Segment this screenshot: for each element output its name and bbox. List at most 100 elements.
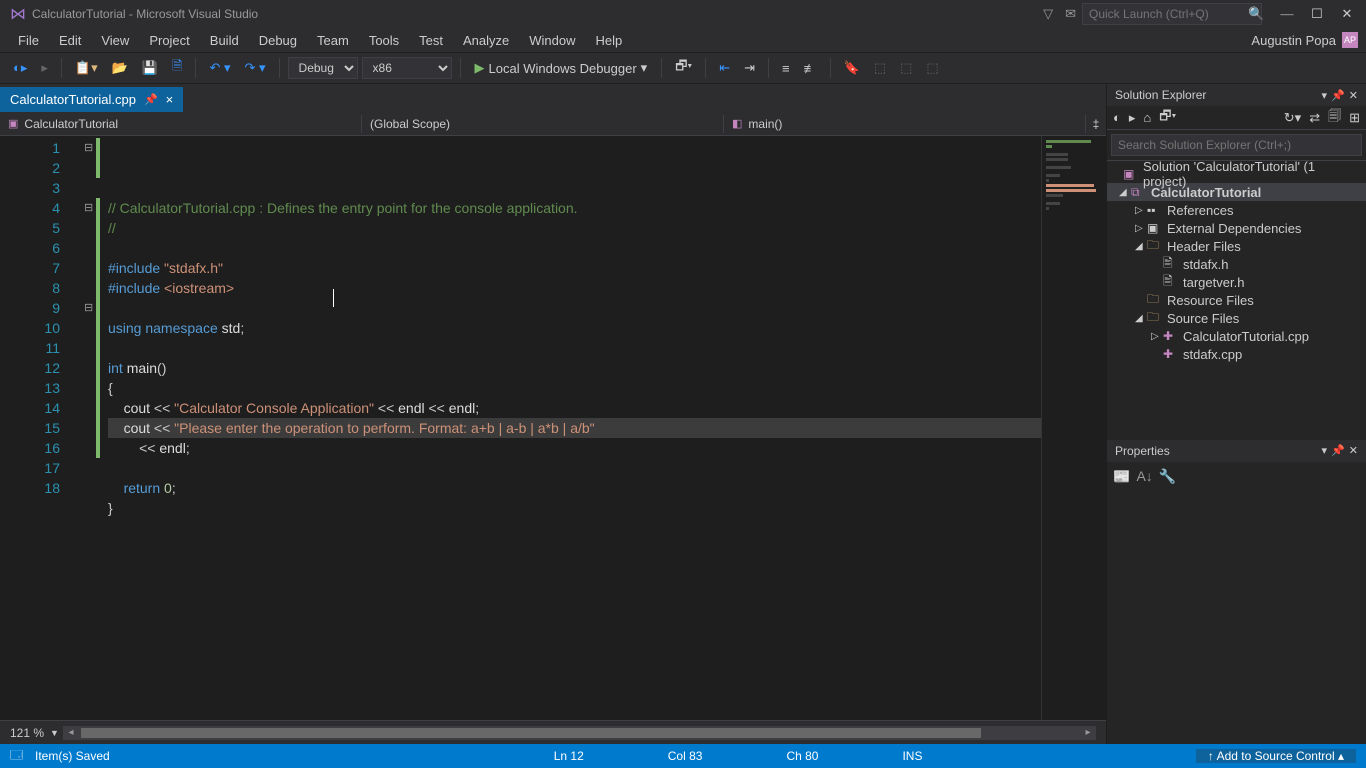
panel-dropdown-icon[interactable]: ▾ xyxy=(1322,89,1328,102)
prev-bookmark-icon[interactable]: ⬚ xyxy=(869,57,891,79)
nav-forward-icon[interactable]: ▸ xyxy=(36,57,53,79)
menu-edit[interactable]: Edit xyxy=(49,31,91,50)
sync-icon[interactable]: 🗗▾ xyxy=(1159,107,1176,129)
nav-project[interactable]: ▣CalculatorTutorial xyxy=(0,115,362,133)
props-dropdown-icon[interactable]: ▾ xyxy=(1322,444,1328,457)
panel-pin-icon[interactable]: 📌 xyxy=(1331,89,1345,102)
file-stdafx-h[interactable]: 🖹stdafx.h xyxy=(1107,255,1366,273)
editor-footer: 121 % ▼ ◂ ▸ xyxy=(0,720,1106,744)
header-files-node[interactable]: ◢🗀Header Files xyxy=(1107,237,1366,255)
platform-select[interactable]: x86 xyxy=(362,57,452,79)
menu-build[interactable]: Build xyxy=(200,31,249,50)
start-debug-button[interactable]: ▶ Local Windows Debugger ▾ xyxy=(469,58,654,78)
comment-icon[interactable]: ≡ xyxy=(777,58,795,79)
props-pages-icon[interactable]: 🔧 xyxy=(1159,468,1176,485)
indent-less-icon[interactable]: ⇤ xyxy=(714,57,735,79)
props-pin-icon[interactable]: 📌 xyxy=(1331,444,1345,457)
menu-project[interactable]: Project xyxy=(139,31,199,50)
pin-icon[interactable]: 📌 xyxy=(144,93,158,106)
notifications-icon[interactable]: ✉ xyxy=(1065,6,1076,22)
tab-bar: CalculatorTutorial.cpp 📌 × xyxy=(0,84,1106,112)
code-editor[interactable]: 123456789101112131415161718 ⊟⊟⊟ // Calcu… xyxy=(0,136,1106,720)
file-stdafx-cpp[interactable]: ✚stdafx.cpp xyxy=(1107,345,1366,363)
status-col: Col 83 xyxy=(656,749,715,763)
editor-area: CalculatorTutorial.cpp 📌 × ▣CalculatorTu… xyxy=(0,84,1106,744)
search-icon[interactable]: 🔍 xyxy=(1248,6,1264,22)
minimap[interactable] xyxy=(1041,136,1106,720)
zoom-level[interactable]: 121 % xyxy=(10,726,44,740)
minimize-button[interactable]: — xyxy=(1272,6,1302,22)
source-control-button[interactable]: ↑ Add to Source Control ▴ xyxy=(1196,749,1356,763)
new-project-icon[interactable]: 📋▾ xyxy=(70,57,103,79)
uncomment-icon[interactable]: ≢ xyxy=(799,58,822,79)
refresh-icon[interactable]: ↻▾ xyxy=(1284,110,1301,126)
resource-files-node[interactable]: 🗀Resource Files xyxy=(1107,291,1366,309)
properties-header[interactable]: Properties ▾📌✕ xyxy=(1107,440,1366,462)
solution-search-input[interactable] xyxy=(1111,134,1362,156)
status-ch: Ch 80 xyxy=(774,749,830,763)
solution-node[interactable]: ▣Solution 'CalculatorTutorial' (1 projec… xyxy=(1107,165,1366,183)
flag-icon[interactable]: ▽ xyxy=(1043,6,1053,22)
menu-team[interactable]: Team xyxy=(307,31,359,50)
menu-help[interactable]: Help xyxy=(586,31,633,50)
side-panel: Solution Explorer ▾📌✕ ◐ ▸ ⌂ 🗗▾ ↻▾ ⇄ 🗐 ⊞ … xyxy=(1106,84,1366,744)
split-icon[interactable]: ‡ xyxy=(1086,117,1106,131)
close-button[interactable]: ✕ xyxy=(1332,6,1362,22)
menu-file[interactable]: File xyxy=(8,31,49,50)
home-icon[interactable]: ⌂ xyxy=(1143,110,1151,125)
user-name[interactable]: Augustin Popa xyxy=(1251,33,1336,48)
nav-function[interactable]: ◧main() xyxy=(724,115,1086,133)
output-icon[interactable]: 🗔 xyxy=(10,746,23,767)
bookmark-icon[interactable]: 🔖 xyxy=(839,57,865,79)
properties-icon[interactable]: ⊞ xyxy=(1349,110,1360,126)
menu-test[interactable]: Test xyxy=(409,31,453,50)
forward-icon[interactable]: ▸ xyxy=(1129,110,1136,126)
user-avatar[interactable]: AP xyxy=(1342,32,1358,48)
menu-view[interactable]: View xyxy=(91,31,139,50)
menu-window[interactable]: Window xyxy=(519,31,585,50)
status-line: Ln 12 xyxy=(542,749,596,763)
quick-launch-input[interactable] xyxy=(1089,7,1244,21)
props-close-icon[interactable]: ✕ xyxy=(1349,444,1358,457)
scroll-right-icon[interactable]: ▸ xyxy=(1080,726,1096,740)
step-icon[interactable]: 🗗▾ xyxy=(670,54,697,82)
open-file-icon[interactable]: 📂 xyxy=(107,57,133,79)
config-select[interactable]: Debug xyxy=(288,57,358,79)
save-all-icon[interactable]: 🗎 xyxy=(167,54,187,82)
next-bookmark-icon[interactable]: ⬚ xyxy=(895,57,917,79)
vs-logo-icon: ⋈ xyxy=(10,4,26,24)
solution-explorer-header[interactable]: Solution Explorer ▾📌✕ xyxy=(1107,84,1366,106)
scroll-left-icon[interactable]: ◂ xyxy=(63,726,79,740)
solution-search[interactable] xyxy=(1107,130,1366,161)
tab-calculatortutorial-cpp[interactable]: CalculatorTutorial.cpp 📌 × xyxy=(0,87,183,112)
maximize-button[interactable]: ☐ xyxy=(1302,6,1332,22)
references-node[interactable]: ▷▪▪References xyxy=(1107,201,1366,219)
nav-back-icon[interactable]: ◐▸ xyxy=(8,57,32,79)
horizontal-scrollbar[interactable] xyxy=(79,726,1080,740)
panel-close-icon[interactable]: ✕ xyxy=(1349,89,1358,102)
file-calculatortutorial-cpp[interactable]: ▷✚CalculatorTutorial.cpp xyxy=(1107,327,1366,345)
props-cat-icon[interactable]: 📰 xyxy=(1113,468,1130,485)
menu-debug[interactable]: Debug xyxy=(249,31,307,50)
clear-bookmarks-icon[interactable]: ⬚ xyxy=(921,57,943,79)
indent-more-icon[interactable]: ⇥ xyxy=(739,57,760,79)
play-icon: ▶ xyxy=(475,60,485,76)
save-icon[interactable]: 💾 xyxy=(137,57,163,79)
back-icon[interactable]: ◐ xyxy=(1113,110,1121,125)
menu-analyze[interactable]: Analyze xyxy=(453,31,519,50)
props-sort-icon[interactable]: A↓ xyxy=(1136,468,1152,485)
file-targetver-h[interactable]: 🖹targetver.h xyxy=(1107,273,1366,291)
toolbar: ◐▸ ▸ 📋▾ 📂 💾 🗎 ↶ ▾ ↷ ▾ Debug x86 ▶ Local … xyxy=(0,52,1366,84)
tab-close-icon[interactable]: × xyxy=(166,92,174,107)
source-files-node[interactable]: ◢🗀Source Files xyxy=(1107,309,1366,327)
quick-launch[interactable]: 🔍 xyxy=(1082,3,1262,25)
menu-tools[interactable]: Tools xyxy=(359,31,409,50)
status-ready: Item(s) Saved xyxy=(23,749,122,763)
nav-scope[interactable]: (Global Scope) xyxy=(362,115,724,133)
undo-icon[interactable]: ↶ ▾ xyxy=(204,57,235,79)
external-deps-node[interactable]: ▷▣External Dependencies xyxy=(1107,219,1366,237)
show-all-icon[interactable]: 🗐 xyxy=(1328,107,1341,129)
solution-tree[interactable]: ▣Solution 'CalculatorTutorial' (1 projec… xyxy=(1107,161,1366,440)
collapse-icon[interactable]: ⇄ xyxy=(1309,110,1320,126)
redo-icon[interactable]: ↷ ▾ xyxy=(240,57,271,79)
